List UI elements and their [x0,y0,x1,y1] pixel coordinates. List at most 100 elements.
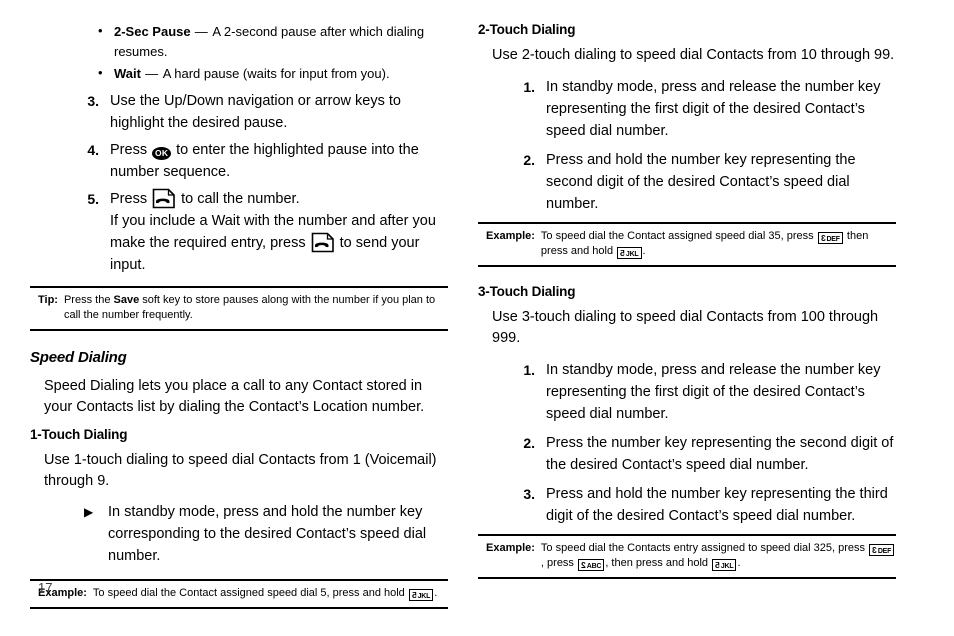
pause-dash: — [140,66,163,81]
triangle-bullet-icon: ▶ [84,505,94,519]
tip-label: Tip: [38,294,58,306]
pause-steps-list: 3. Use the Up/Down navigation or arrow k… [30,90,448,276]
list-item: 3. Use the Up/Down navigation or arrow k… [83,90,448,134]
subsection-heading-1-touch: 1-Touch Dialing [30,427,128,442]
example-text-part3: , then press and hold [605,557,712,569]
example-box-one-touch: Example: To speed dial the Contact assig… [30,579,448,609]
two-touch-section: 2-Touch Dialing Use 2-touch dialing to s… [478,22,896,267]
tip-text-part1: Press the [63,294,114,306]
pause-dash: — [190,24,213,39]
one-touch-step-text: In standby mode, press and hold the numb… [108,504,427,564]
list-item: 1. In standby mode, press and release th… [520,359,896,425]
tip-bold-term: Save [113,294,140,306]
pause-definition: A hard pause (waits for input from you). [162,66,390,81]
step-number: 3. [87,93,99,109]
number-key-5-icon: 5JKL [408,589,434,601]
step-number: 2. [523,435,535,451]
number-key-3-icon: 3DEF [869,544,895,556]
step-text: Press and hold the number key representi… [546,486,888,524]
list-item: 1. In standby mode, press and release th… [520,76,896,142]
key-letters: DEF [826,236,840,243]
one-touch-steps: ▶ In standby mode, press and hold the nu… [30,501,448,567]
step-text-after-icon: to call the number. [177,191,300,207]
subsection-heading-3-touch: 3-Touch Dialing [478,284,576,299]
key-digit: 5 [715,560,720,570]
key-digit: 2 [581,560,586,570]
send-key-icon [311,232,335,253]
example-text-part2: , press [540,557,577,569]
pause-definition-list: • 2-Sec Pause — A 2-second pause after wh… [30,22,448,84]
two-touch-intro: Use 2-touch dialing to speed dial Contac… [492,47,895,63]
step-text: Press the number key representing the se… [546,435,894,473]
send-key-icon [152,188,176,209]
example-box-two-touch: Example: To speed dial the Contact assig… [478,222,896,267]
list-item: 2. Press the number key representing the… [520,432,896,476]
key-digit: 5 [620,248,625,258]
example-text-part1: To speed dial the Contacts entry assigne… [540,542,869,554]
example-text-part1: To speed dial the Contact assigned speed… [92,587,408,599]
example-label: Example: [486,542,535,554]
list-item: ▶ In standby mode, press and hold the nu… [84,501,448,567]
example-label: Example: [486,230,535,242]
speed-dialing-section: Speed Dialing Speed Dialing lets you pla… [30,349,448,609]
key-digit: 3 [820,233,826,243]
key-letters: JKL [625,251,639,258]
list-item: 4. Press OK to enter the highlighted pau… [83,139,448,183]
key-letters: DEF [877,548,892,555]
step-text: In standby mode, press and release the n… [546,362,881,422]
example-row: Example: To speed dial the Contact assig… [30,586,448,601]
key-letters: JKL [720,563,734,570]
key-digit: 3 [872,545,877,555]
list-item: 3. Press and hold the number key represe… [520,483,896,527]
example-text: To speed dial the Contact assigned speed… [93,586,448,601]
speed-dialing-intro: Speed Dialing lets you place a call to a… [44,378,425,415]
step-text: Use the Up/Down navigation or arrow keys… [110,93,401,131]
example-text: To speed dial the Contacts entry assigne… [541,541,896,571]
list-item: 5. Press to call the number. If you incl… [83,188,448,276]
step-text-before-icon: Press [110,191,152,207]
step-number: 4. [87,142,99,158]
example-text-part1: To speed dial the Contact assigned speed… [540,230,817,242]
step-number: 1. [523,79,535,95]
bullet-dot-icon: • [98,65,103,80]
example-text-part2: . [434,587,438,599]
number-key-2-icon: 2ABC [578,559,605,571]
left-column: • 2-Sec Pause — A 2-second pause after wh… [30,22,448,609]
number-key-5-icon: 5JKL [712,559,737,571]
list-item: 2. Press and hold the number key represe… [520,149,896,215]
section-heading: Speed Dialing [30,349,127,366]
ok-key-icon: OK [152,147,172,160]
step-text-before-icon: Press [110,142,152,158]
step-text: Press and hold the number key representi… [546,152,856,212]
tip-text: Press the Save soft key to store pauses … [64,293,448,323]
pause-term: 2-Sec Pause [114,24,191,39]
right-column: 2-Touch Dialing Use 2-touch dialing to s… [478,22,896,579]
example-box-three-touch: Example: To speed dial the Contacts entr… [478,534,896,579]
one-touch-intro: Use 1-touch dialing to speed dial Contac… [44,452,437,489]
number-key-3-icon: 3DEF [817,232,843,244]
step-number: 3. [523,486,535,502]
page-number: 17 [38,580,53,595]
example-text: To speed dial the Contact assigned speed… [541,229,896,259]
step-number: 5. [87,191,99,207]
list-item: • Wait — A hard pause (waits for input fr… [96,64,448,84]
three-touch-steps: 1. In standby mode, press and release th… [478,359,896,527]
example-text-part4: . [737,557,741,569]
tip-box: Tip: Press the Save soft key to store pa… [30,286,448,331]
key-letters: ABC [586,563,602,570]
step-number: 1. [523,362,535,378]
tip-row: Tip: Press the Save soft key to store pa… [30,293,448,323]
key-digit: 5 [411,590,417,600]
example-text-part3: . [642,245,646,257]
example-row: Example: To speed dial the Contacts entr… [478,541,896,571]
key-letters: JKL [417,593,431,600]
subsection-heading-2-touch: 2-Touch Dialing [478,22,576,37]
step-number: 2. [523,152,535,168]
manual-page: • 2-Sec Pause — A 2-second pause after wh… [0,0,954,636]
number-key-5-icon: 5JKL [617,247,642,259]
step-text: In standby mode, press and release the n… [546,79,881,139]
example-row: Example: To speed dial the Contact assig… [478,229,896,259]
three-touch-section: 3-Touch Dialing Use 3-touch dialing to s… [478,284,896,579]
list-item: • 2-Sec Pause — A 2-second pause after wh… [96,22,448,62]
two-touch-steps: 1. In standby mode, press and release th… [478,76,896,215]
